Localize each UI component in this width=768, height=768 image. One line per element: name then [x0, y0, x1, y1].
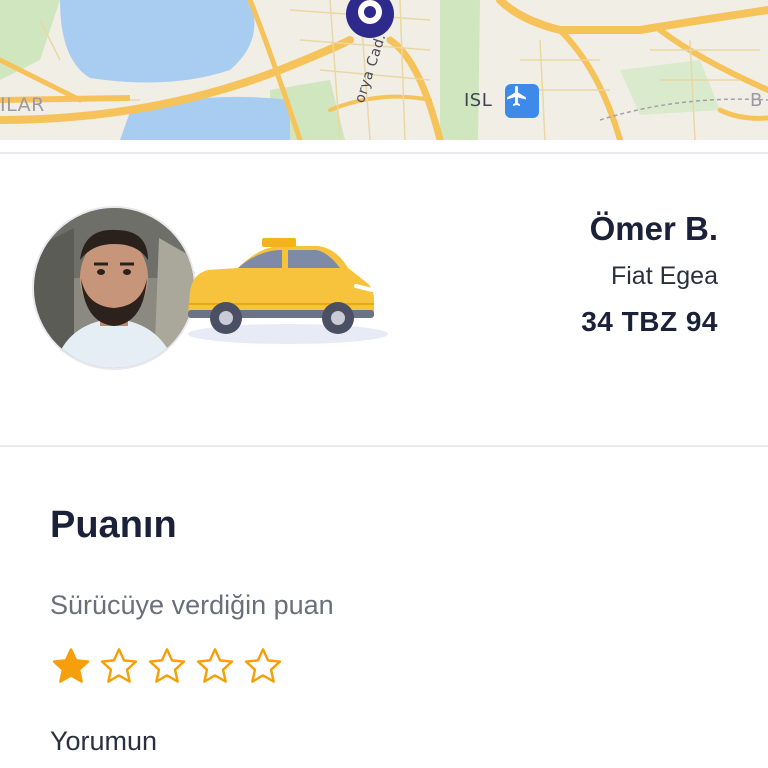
- star-icon-1[interactable]: [50, 645, 92, 687]
- star-icon-3[interactable]: [146, 645, 188, 687]
- map-label-district-right: B: [750, 90, 763, 111]
- star-icon-2[interactable]: [98, 645, 140, 687]
- divider: [0, 445, 768, 447]
- driver-card: Ömer B. Fiat Egea 34 TBZ 94: [0, 154, 768, 444]
- rating-section-title: Puanın: [50, 504, 177, 546]
- comment-section-label: Yorumun: [50, 726, 158, 756]
- star-rating[interactable]: [50, 645, 284, 687]
- taxi-car-icon: [178, 234, 388, 359]
- star-icon-5[interactable]: [242, 645, 284, 687]
- map-view[interactable]: ILAR orya Cad. ISL B: [0, 0, 768, 140]
- car-model: Fiat Egea: [610, 262, 718, 290]
- license-plate: 34 TBZ 94: [581, 306, 718, 337]
- driver-avatar: [32, 206, 196, 370]
- airplane-icon: [505, 84, 539, 118]
- map-label-district: ILAR: [0, 94, 45, 116]
- map-label-airport: ISL: [464, 90, 493, 111]
- star-icon-4[interactable]: [194, 645, 236, 687]
- driver-name: Ömer B.: [589, 210, 718, 247]
- rating-subtitle: Sürücüye verdiğin puan: [50, 590, 334, 620]
